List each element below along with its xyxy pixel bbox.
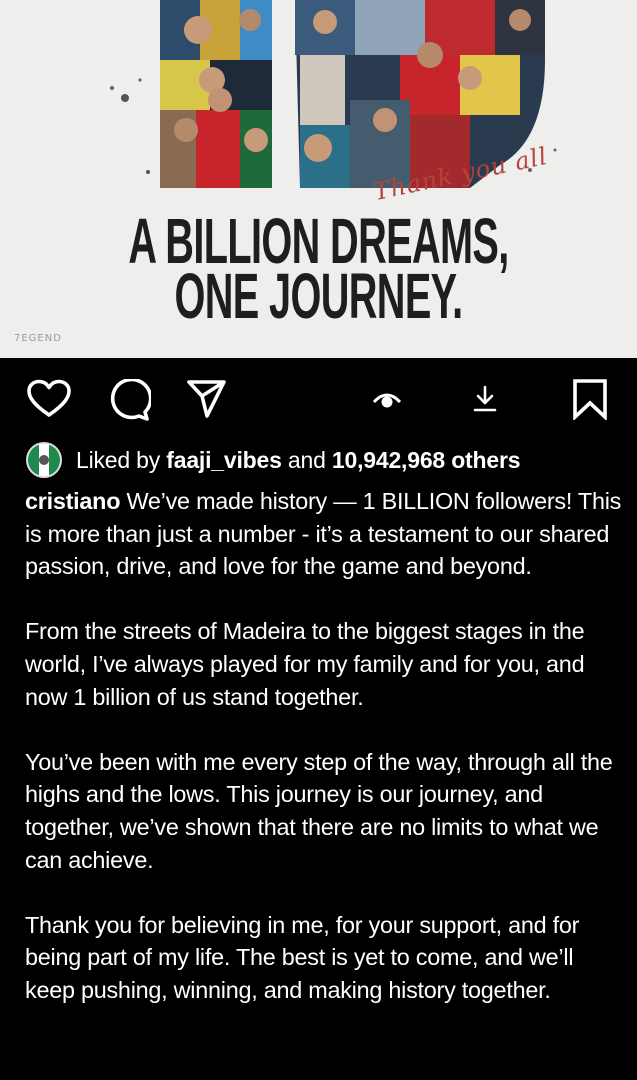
likes-row: Liked by faaji_vibes and 10,942,968 othe… bbox=[26, 442, 521, 478]
caption-paragraph: From the streets of Madeira to the bigge… bbox=[25, 618, 585, 710]
eye-icon[interactable] bbox=[372, 388, 402, 410]
caption-paragraph: You’ve been with me every step of the wa… bbox=[25, 748, 613, 873]
post-image[interactable]: Thank you all A BILLION DREAMS, ONE JOUR… bbox=[0, 0, 637, 358]
caption-paragraph: cristiano We’ve made history — 1 BILLION… bbox=[25, 485, 625, 583]
caption-paragraph: Thank you for believing in me, for your … bbox=[25, 911, 580, 1003]
comment-icon[interactable] bbox=[107, 379, 151, 421]
caption: cristiano We’ve made history — 1 BILLION… bbox=[25, 485, 625, 1039]
liked-by-label: Liked by bbox=[76, 446, 161, 473]
headline-line-2: ONE JOURNEY. bbox=[174, 260, 463, 332]
liker-username[interactable]: faaji_vibes bbox=[166, 447, 282, 473]
watermark: 7EGEND bbox=[14, 333, 62, 344]
likes-connector: and bbox=[287, 446, 326, 473]
paper-plane-icon[interactable] bbox=[187, 379, 227, 419]
download-icon[interactable] bbox=[472, 385, 498, 413]
heart-icon[interactable] bbox=[27, 379, 71, 419]
action-bar bbox=[0, 358, 637, 442]
avatar[interactable] bbox=[26, 442, 62, 478]
likes-text: Liked by faaji_vibes and 10,942,968 othe… bbox=[76, 446, 521, 474]
bookmark-icon[interactable] bbox=[572, 378, 608, 420]
caption-username[interactable]: cristiano bbox=[25, 488, 121, 514]
likes-count[interactable]: 10,942,968 others bbox=[332, 447, 521, 473]
